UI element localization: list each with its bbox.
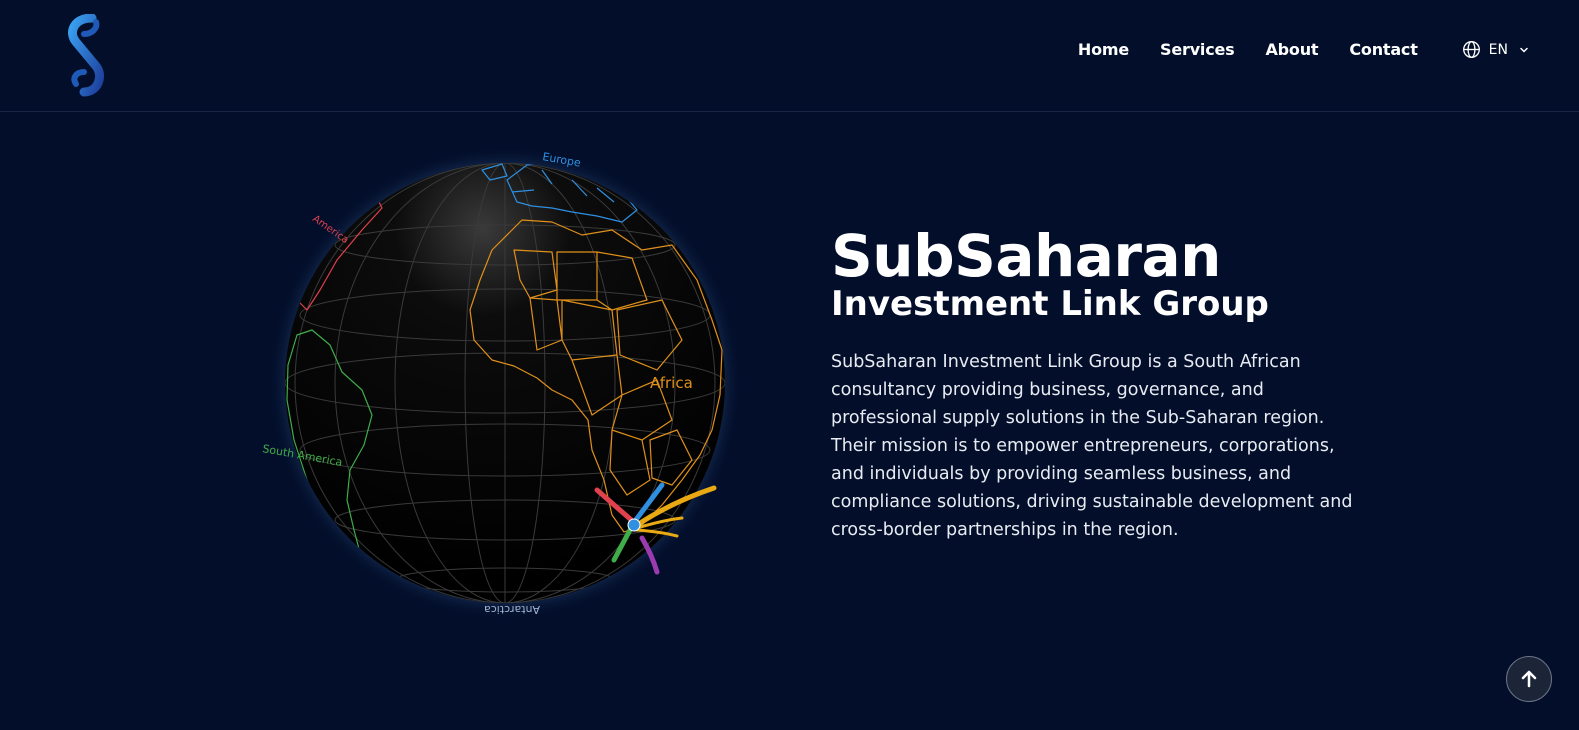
nav-services[interactable]: Services (1160, 40, 1235, 59)
nav-contact[interactable]: Contact (1349, 40, 1418, 59)
logo-s-mark (68, 13, 104, 97)
globe-icon (1462, 41, 1480, 58)
logo[interactable] (62, 13, 110, 98)
nav-about[interactable]: About (1265, 40, 1318, 59)
interactive-globe[interactable]: Europe Africa South America Antarctica A… (252, 140, 743, 630)
nav-home[interactable]: Home (1078, 40, 1129, 59)
globe-svg: Europe Africa South America Antarctica A… (261, 145, 743, 621)
language-selector[interactable]: EN (1462, 40, 1529, 59)
language-code: EN (1488, 41, 1508, 58)
globe-label-antarctica: Antarctica (484, 603, 540, 616)
page: Home Services About Contact EN Europe Af… (0, 0, 1579, 730)
hero-section: SubSaharan Investment Link Group SubSaha… (831, 224, 1371, 544)
scroll-to-top-button[interactable] (1506, 656, 1552, 702)
main-nav: Home Services About Contact EN (1078, 40, 1529, 59)
hero-description: SubSaharan Investment Link Group is a So… (831, 352, 1353, 540)
site-header: Home Services About Contact EN (0, 0, 1579, 112)
globe-label-africa: Africa (650, 374, 693, 392)
hub-point (627, 518, 641, 532)
hero-subtitle: Investment Link Group (831, 284, 1269, 324)
hero-title: SubSaharan (831, 222, 1221, 290)
arrow-up-icon (1521, 670, 1537, 688)
chevron-down-icon (1520, 47, 1528, 53)
